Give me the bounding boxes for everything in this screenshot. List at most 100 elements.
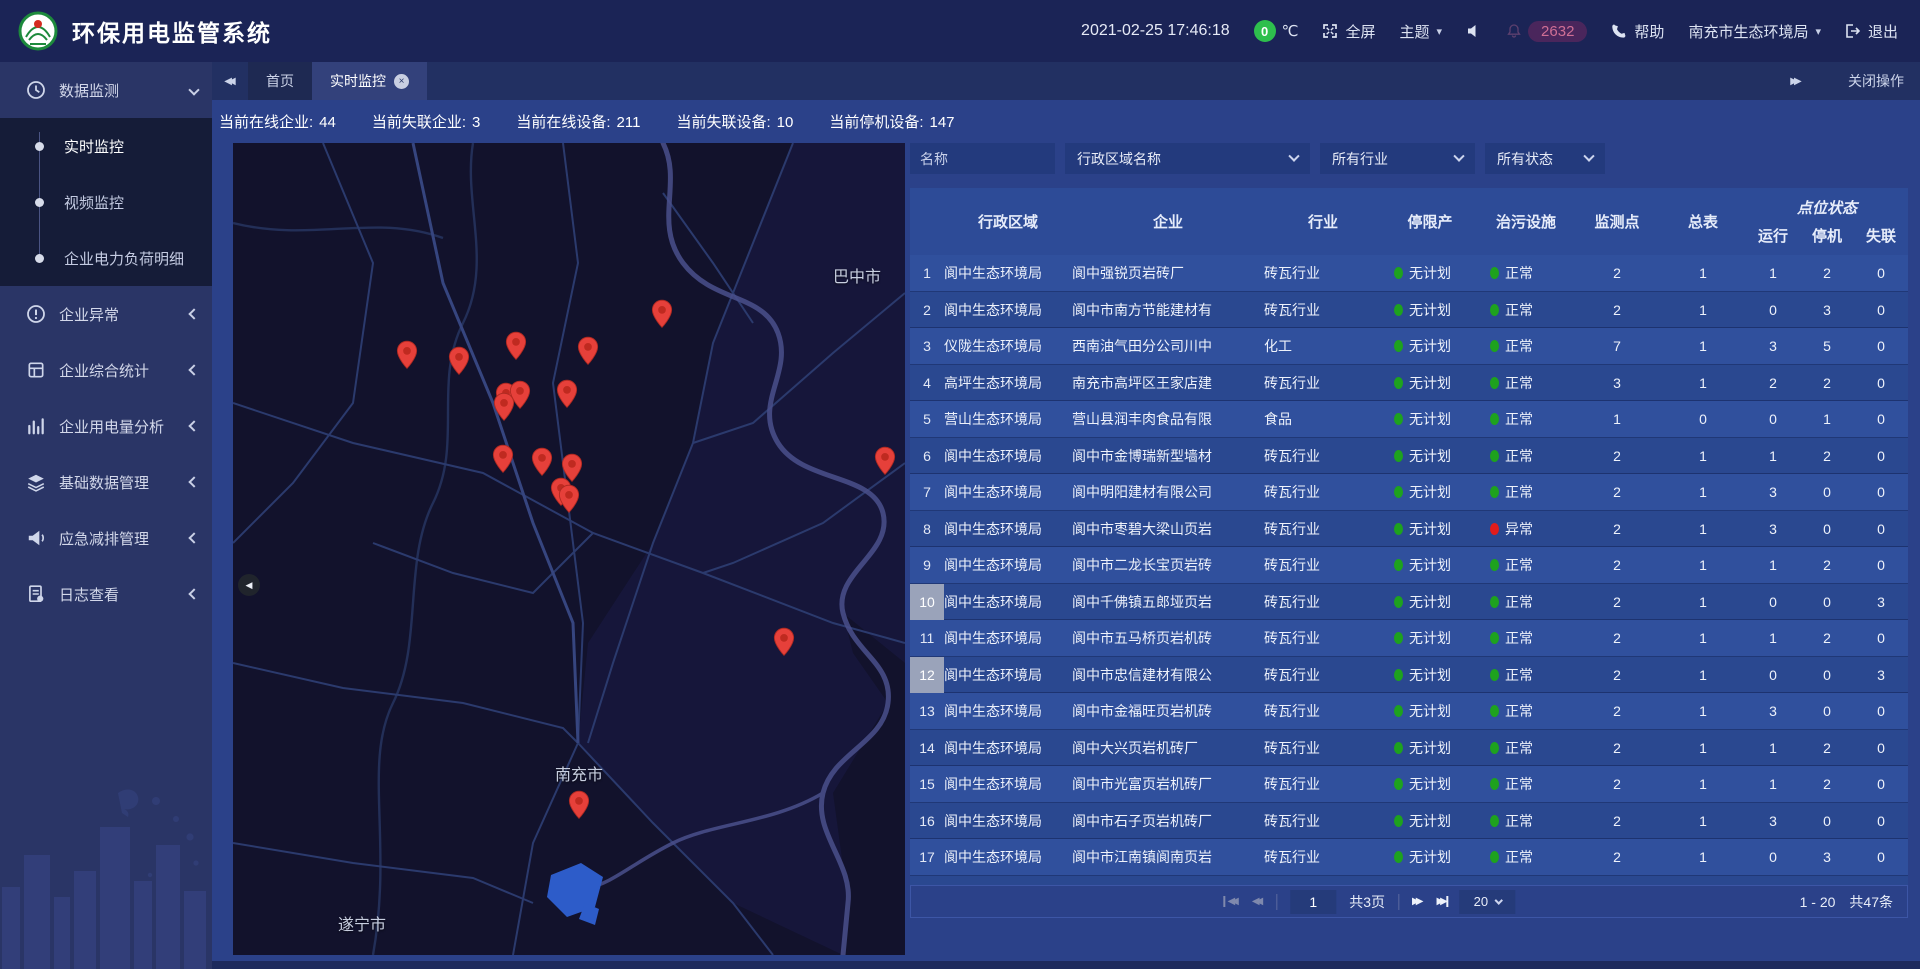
status-select[interactable]: 所有状态	[1485, 143, 1605, 174]
row-index: 3	[910, 328, 944, 365]
table-row[interactable]: 14阆中生态环境局阆中大兴页岩机砖厂砖瓦行业无计划正常21120	[910, 730, 1908, 767]
table-row[interactable]: 3仪陇生态环境局西南油气田分公司川中化工无计划正常71350	[910, 328, 1908, 365]
theme-menu-button[interactable]: 主题 ▾	[1400, 21, 1443, 42]
industry-select[interactable]: 所有行业	[1320, 143, 1475, 174]
tab-首页[interactable]: 首页	[248, 62, 312, 100]
cell-disconnected: 0	[1854, 521, 1908, 537]
map-pin[interactable]	[773, 627, 795, 657]
page-number-input[interactable]	[1290, 890, 1336, 914]
cell-region: 阆中生态环境局	[944, 519, 1072, 539]
map-pin[interactable]	[577, 336, 599, 366]
cell-industry: 砖瓦行业	[1264, 665, 1382, 685]
table-row[interactable]: 6阆中生态环境局阆中市金博瑞新型墙材砖瓦行业无计划正常21120	[910, 438, 1908, 475]
sidebar-item[interactable]: 数据监测	[0, 62, 212, 118]
help-button[interactable]: 帮助	[1611, 21, 1664, 42]
table-row[interactable]: 17阆中生态环境局阆中市江南镇阆南页岩砖瓦行业无计划正常21030	[910, 839, 1908, 876]
map-pin[interactable]	[651, 299, 673, 329]
tabs-scroll-left-button[interactable]: ◀◀	[212, 62, 248, 100]
table-row[interactable]: 8阆中生态环境局阆中市枣碧大梁山页岩砖瓦行业无计划异常21300	[910, 511, 1908, 548]
sidebar-item[interactable]: 企业异常	[0, 286, 212, 342]
cell-facility-status: 正常	[1478, 701, 1574, 721]
map-pin[interactable]	[448, 346, 470, 376]
cell-company: 阆中大兴页岩机砖厂	[1072, 738, 1264, 758]
tab-实时监控[interactable]: 实时监控×	[312, 62, 427, 100]
cell-facility-status: 正常	[1478, 555, 1574, 575]
map-collapse-handle[interactable]: ◀	[238, 574, 260, 596]
sidebar-item[interactable]: 应急减排管理	[0, 510, 212, 566]
cell-limit-status: 无计划	[1382, 373, 1478, 393]
table-row[interactable]: 15阆中生态环境局阆中市光富页岩机砖厂砖瓦行业无计划正常21120	[910, 766, 1908, 803]
name-search-input[interactable]	[910, 143, 1055, 174]
status-dot-icon	[1394, 596, 1403, 608]
table-row[interactable]: 5营山生态环境局营山县润丰肉食品有限食品无计划正常10010	[910, 401, 1908, 438]
map-pin[interactable]	[874, 446, 896, 476]
sound-mute-button[interactable]	[1466, 23, 1482, 39]
cell-limit-status: 无计划	[1382, 811, 1478, 831]
bullet-dot-icon	[35, 142, 44, 151]
sidebar-item[interactable]: 企业用电量分析	[0, 398, 212, 454]
status-dot-icon	[1490, 559, 1499, 571]
logout-button[interactable]: 退出	[1845, 21, 1898, 42]
cell-total-meters: 1	[1660, 338, 1746, 354]
phone-icon	[1611, 23, 1627, 39]
enterprise-panel: 行政区域名称 所有行业 所有状态 行政区域 企业 行业 停限产 治污设施 监测点	[910, 143, 1908, 918]
col-limit: 停限产	[1382, 211, 1478, 232]
cell-total-meters: 1	[1660, 594, 1746, 610]
stat-label: 当前停机设备:	[829, 114, 923, 131]
cell-limit-status: 无计划	[1382, 446, 1478, 466]
prev-page-button[interactable]: ◀◀	[1252, 896, 1263, 907]
cell-industry: 砖瓦行业	[1264, 446, 1382, 466]
chevron-left-icon	[188, 588, 199, 599]
map-pin[interactable]	[492, 444, 514, 474]
table-row[interactable]: 4高坪生态环境局南充市高坪区王家店建砖瓦行业无计划正常31220	[910, 365, 1908, 402]
stat-value: 3	[472, 114, 480, 131]
cell-disconnected: 3	[1854, 594, 1908, 610]
table-row[interactable]: 1阆中生态环境局阆中强锐页岩砖厂砖瓦行业无计划正常21120	[910, 255, 1908, 292]
org-menu-button[interactable]: 南充市生态环境局 ▾	[1688, 21, 1821, 42]
map-pin[interactable]	[396, 340, 418, 370]
fullscreen-button[interactable]: 全屏	[1322, 21, 1375, 42]
status-dot-icon	[1490, 413, 1499, 425]
sidebar-item[interactable]: 企业综合统计	[0, 342, 212, 398]
map-pin[interactable]	[493, 392, 515, 422]
table-row[interactable]: 13阆中生态环境局阆中市金福旺页岩机砖砖瓦行业无计划正常21300	[910, 693, 1908, 730]
notification-button[interactable]: 2632	[1506, 21, 1587, 42]
map-pin[interactable]	[558, 484, 580, 514]
row-index: 8	[910, 511, 944, 548]
close-operations-button[interactable]: 关闭操作	[1824, 71, 1904, 91]
page-size-select[interactable]: 20	[1459, 890, 1515, 914]
sidebar-subitem[interactable]: 企业电力负荷明细	[0, 230, 212, 286]
tabs-scroll-right-button[interactable]: ▶▶	[1778, 76, 1814, 87]
table-row[interactable]: 16阆中生态环境局阆中市石子页岩机砖厂砖瓦行业无计划正常21300	[910, 803, 1908, 840]
status-dot-icon	[1490, 742, 1499, 754]
map-pin[interactable]	[505, 331, 527, 361]
next-page-button[interactable]: ▶▶	[1412, 896, 1423, 907]
table-row[interactable]: 10阆中生态环境局阆中千佛镇五郎垭页岩砖瓦行业无计划正常21003	[910, 584, 1908, 621]
last-page-button[interactable]: ▶▶	[1436, 896, 1447, 907]
tab-close-icon[interactable]: ×	[394, 74, 409, 89]
sidebar-item[interactable]: 基础数据管理	[0, 454, 212, 510]
table-row[interactable]: 2阆中生态环境局阆中市南方节能建材有砖瓦行业无计划正常21030	[910, 292, 1908, 329]
region-select[interactable]: 行政区域名称	[1065, 143, 1310, 174]
app-window: 环保用电监管系统 2021-02-25 17:46:18 0 ℃ 全屏 主题 ▾…	[0, 0, 1920, 969]
sidebar-subitem[interactable]: 视频监控	[0, 174, 212, 230]
chart-icon	[26, 416, 46, 436]
map-pin[interactable]	[568, 790, 590, 820]
sidebar-item[interactable]: 日志查看	[0, 566, 212, 622]
map[interactable]: ◀ 巴中市南充市遂宁市	[233, 143, 905, 955]
cell-facility-status: 正常	[1478, 336, 1574, 356]
map-pin[interactable]	[556, 379, 578, 409]
cell-company: 阆中明阳建材有限公司	[1072, 482, 1264, 502]
first-page-button[interactable]: ◀◀	[1223, 896, 1238, 907]
cell-facility-status: 正常	[1478, 482, 1574, 502]
cell-region: 阆中生态环境局	[944, 446, 1072, 466]
row-index: 2	[910, 292, 944, 329]
status-dot-icon	[1490, 815, 1499, 827]
status-dot-icon	[1394, 815, 1403, 827]
table-row[interactable]: 9阆中生态环境局阆中市二龙长宝页岩砖砖瓦行业无计划正常21120	[910, 547, 1908, 584]
table-row[interactable]: 12阆中生态环境局阆中市忠信建材有限公砖瓦行业无计划正常21003	[910, 657, 1908, 694]
table-row[interactable]: 7阆中生态环境局阆中明阳建材有限公司砖瓦行业无计划正常21300	[910, 474, 1908, 511]
table-row[interactable]: 11阆中生态环境局阆中市五马桥页岩机砖砖瓦行业无计划正常21120	[910, 620, 1908, 657]
sidebar-subitem[interactable]: 实时监控	[0, 118, 212, 174]
map-pin[interactable]	[531, 447, 553, 477]
